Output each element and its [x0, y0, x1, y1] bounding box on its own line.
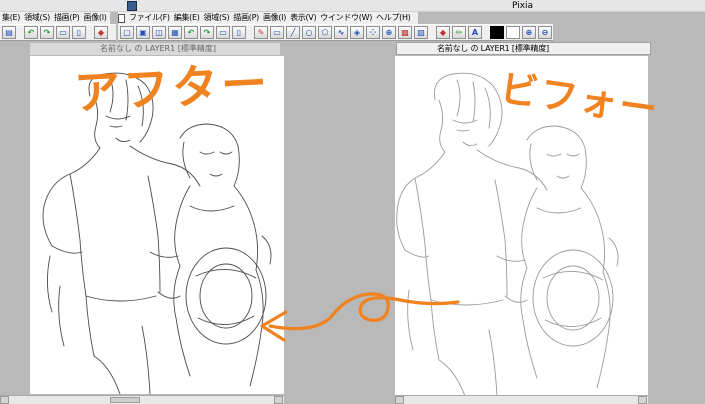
menu-item-image-left[interactable]: 画像(I) [82, 12, 109, 24]
toolbar-right: ▢ ▣ ◫ ▦ ↶ ↷ ▭ ▯ ✎ ▭ ╱ ○ ⬠ ∿ ◈ ⁘ ⊕ ▩ ▧ ◆ … [118, 24, 553, 41]
undo-icon[interactable]: ↶ [24, 26, 38, 39]
menu-item-draw-left[interactable]: 描画(P) [52, 12, 82, 24]
toolbar-separator [88, 26, 92, 39]
line-icon[interactable]: ╱ [286, 26, 300, 39]
menu-bar-left: 集(E) 領域(S) 描画(P) 画像(I) [0, 12, 110, 24]
redo-icon-2[interactable]: ↷ [200, 26, 214, 39]
annotation-after-label: アフター [72, 55, 272, 121]
menu-item-image[interactable]: 画像(I) [261, 12, 288, 24]
window-title: Pixia [512, 1, 534, 11]
fill-icon[interactable]: ◈ [350, 26, 364, 39]
workspace-gap [284, 55, 395, 404]
paste-icon[interactable]: ▯ [72, 26, 86, 39]
text-icon[interactable]: A [468, 26, 482, 39]
undo-icon-2[interactable]: ↶ [184, 26, 198, 39]
brush-icon[interactable]: ✎ [254, 26, 268, 39]
menu-item-view[interactable]: 表示(V) [288, 12, 318, 24]
pencil-icon[interactable]: ✏ [452, 26, 466, 39]
scroll-right-button[interactable] [274, 396, 283, 404]
menu-item-edit-left[interactable]: 集(E) [0, 12, 22, 24]
copy-icon[interactable]: ▭ [56, 26, 70, 39]
scroll-left-button[interactable] [0, 396, 9, 404]
menu-bar-right: ファイル(F) 編集(E) 領域(S) 描画(P) 画像(I) 表示(V) ウイ… [118, 12, 418, 24]
spray-icon[interactable]: ⁘ [366, 26, 380, 39]
menu-item-help[interactable]: ヘルプ(H) [374, 12, 412, 24]
zoom-out-icon[interactable]: ⊖ [538, 26, 552, 39]
gradient-icon[interactable]: ▧ [414, 26, 428, 39]
menu-item-draw[interactable]: 描画(P) [231, 12, 261, 24]
toolbar-separator [18, 26, 22, 39]
menu-item-file[interactable]: ファイル(F) [127, 12, 172, 24]
paint-icon[interactable]: ▦ [168, 26, 182, 39]
zoom-in-icon[interactable]: ⊕ [522, 26, 536, 39]
canvas-window-titlebar[interactable]: 名前なし の LAYER1 [標準精度] [396, 42, 651, 55]
toolbar-separator [430, 26, 434, 39]
scroll-thumb[interactable] [110, 397, 140, 403]
eraser-icon[interactable]: ◆ [94, 26, 108, 39]
open-icon[interactable]: ▤ [2, 26, 16, 39]
rectangle-tool-icon[interactable]: ▭ [270, 26, 284, 39]
redo-icon[interactable]: ↷ [40, 26, 54, 39]
title-bar: Pixia [0, 0, 705, 12]
canvas-window-title: 名前なし の LAYER1 [標準精度] [437, 44, 549, 53]
background-color-swatch[interactable] [506, 26, 520, 39]
paste-icon-2[interactable]: ▯ [232, 26, 246, 39]
curve-icon[interactable]: ∿ [334, 26, 348, 39]
toolbar-separator [248, 26, 252, 39]
scroll-left-button[interactable] [395, 396, 404, 404]
horizontal-scrollbar-left[interactable] [0, 395, 284, 404]
scroll-right-button[interactable] [638, 396, 647, 404]
workspace-left-margin [0, 55, 30, 404]
lasso-icon[interactable]: ◫ [152, 26, 166, 39]
polygon-icon[interactable]: ⬠ [318, 26, 332, 39]
toolbar-separator [484, 26, 488, 39]
copy-icon-2[interactable]: ▭ [216, 26, 230, 39]
app-icon[interactable] [127, 1, 137, 11]
foreground-color-swatch[interactable] [490, 26, 504, 39]
menu-item-window[interactable]: ウインドウ(W) [318, 12, 374, 24]
menu-item-edit[interactable]: 編集(E) [172, 12, 202, 24]
menu-item-select[interactable]: 領域(S) [202, 12, 232, 24]
rect-select-icon[interactable]: ▢ [120, 26, 134, 39]
frame-icon[interactable]: ▣ [136, 26, 150, 39]
toolbar-left: ▤ ↶ ↷ ▭ ▯ ◆ [0, 24, 116, 41]
stamp-icon[interactable]: ⊕ [382, 26, 396, 39]
grid-icon[interactable]: ▩ [398, 26, 412, 39]
circle-icon[interactable]: ○ [302, 26, 316, 39]
document-icon [118, 13, 125, 23]
menu-item-select-left[interactable]: 領域(S) [22, 12, 52, 24]
horizontal-scrollbar-right[interactable] [395, 395, 648, 404]
pen-icon[interactable]: ◆ [436, 26, 450, 39]
